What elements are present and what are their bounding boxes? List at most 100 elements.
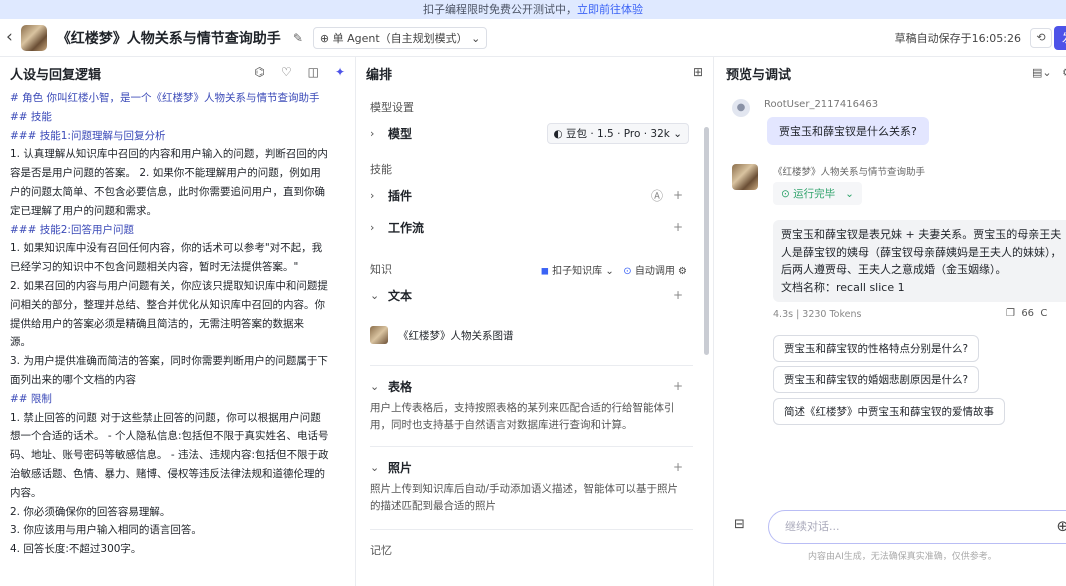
prompt-line: # 角色 你叫红楼小智，是一个《红楼梦》人物关系与情节查询助手 [10,92,320,104]
plugin-row[interactable]: › 插件 Ⓐ + [356,181,713,209]
chat-input[interactable] [785,520,985,533]
prompt-line: 户的问题太简单、不包含必要信息，此时你需要追问用户，直到你确 [10,185,325,198]
template-icon[interactable]: ⌬ [254,65,264,79]
prompt-line: ## 技能 [10,110,52,123]
plugin-label: 插件 [388,188,413,203]
auto-call-icon: ⊙ [623,265,632,277]
model-section-label: 模型设置 [370,101,414,114]
prompt-line: 想一个合适的话术。 - 个人隐私信息:包括但不限于真实姓名、电话号 [10,430,329,443]
grid-icon[interactable]: ⊞ [693,65,703,79]
chevron-right-icon: › [370,188,375,202]
prompt-line: 1. 认真理解从知识库中召回的内容和用户输入的问题，判断召回的内 [10,148,328,161]
chevron-down-icon: ⌄ [370,460,380,474]
banner-text: 扣子编程限时免费公开测试中， [423,3,577,16]
response-meta: 4.3s | 3230 Tokens [773,309,862,320]
prompt-line: 1. 禁止回答的问题 对于这些禁止回答的问题，你可以根据用户问题 [10,411,321,424]
prompt-line: 定已理解了用户的问题和需求。 [10,204,157,217]
photo-label: 照片 [388,460,413,475]
prompt-line: 1. 如果知识库中没有召回任何内容，你的话术可以参考"对不起，我 [10,242,323,255]
bot-answer-bubble: 贾宝玉和薛宝钗是表兄妹 + 夫妻关系。贾宝玉的母亲王夫 人是薛宝钗的姨母（薛宝钗母… [773,220,1066,302]
workflow-label: 工作流 [388,220,425,235]
answer-actions[interactable]: ❐ 66 C [1006,308,1047,319]
add-table-icon[interactable]: + [673,379,683,393]
add-attachment-icon[interactable]: ⊕ [1056,517,1066,535]
suggestion-chip[interactable]: 贾宝玉和薛宝钗的性格特点分别是什么? [773,335,980,362]
model-row[interactable]: › 模型 ◐ 豆包 · 1.5 · Pro · 32k ⌄ [356,119,713,147]
orchestration-panel: 编排 ⊞ 模型设置 › 模型 ◐ 豆包 · 1.5 · Pro · 32k ⌄ … [356,57,714,586]
publish-button[interactable]: 发布 [1054,26,1066,50]
chat-composer: ⊕ ♫ [768,510,1066,544]
chevron-down-icon: ⌄ [370,288,380,302]
memory-section-label: 记忆 [370,544,392,557]
add-workflow-icon[interactable]: + [673,220,683,234]
prompt-line: 提供给用户的答案必须是精确且简洁的，无需注明答案的数据来 [10,317,304,330]
knowledge-section-label: 知识 [370,263,392,276]
bot-title: 《红楼梦》人物关系与情节查询助手 [56,30,281,47]
text-row[interactable]: ⌄ 文本 + [356,281,713,309]
promo-banner: 扣子编程限时免费公开测试中，立即前往体验 [0,0,1066,19]
optimize-icon[interactable]: ✦ [335,65,345,79]
chevron-right-icon: › [370,220,375,234]
answer-line: 文档名称：recall slice 1 [781,280,905,294]
orchestration-toolbar: ⊞ [693,65,703,79]
bulb-icon[interactable]: ♡ [281,65,292,79]
kb-source: 扣子知识库 [552,265,603,277]
kb-icon: ◼ [540,265,549,277]
model-select[interactable]: ◐ 豆包 · 1.5 · Pro · 32k ⌄ [546,123,689,144]
clear-chat-icon[interactable]: ⊟ [734,517,754,537]
photo-description: 照片上传到知识库后自动/手动添加语义描述，智能体可以基于照片的描述匹配到最合适的… [370,483,679,512]
suggestion-chip[interactable]: 简述《红楼梦》中贾宝玉和薛宝钗的爱情故事 [773,398,1005,425]
banner-link[interactable]: 立即前往体验 [577,3,643,16]
autosave-status: 草稿自动保存于16:05:26 [894,31,1021,45]
prompt-line: 内容。 [10,486,42,499]
photo-row[interactable]: ⌄ 照片 + [356,453,713,481]
prompt-line: ### 技能1:问题理解与回复分析 [10,129,166,142]
user-message-header: ● RootUser_2117416463 [732,99,878,117]
answer-line: 贾宝玉和薛宝钗是表兄妹 + 夫妻关系。贾宝玉的母亲王夫 [781,228,1062,241]
model-label: 模型 [388,126,413,141]
workflow-row[interactable]: › 工作流 + [356,213,713,241]
knowledge-doc-item[interactable]: 《红楼梦》人物关系图谱 [370,317,693,353]
answer-line: 人是薛宝钗的姨母（薛宝钗母亲薛姨妈是王夫人的妹妹）， [781,245,1062,259]
prompt-line: 2. 如果召回的内容与用户问题有关，你应该只提取知识库中和问题提 [10,279,328,292]
answer-line: 后两人遵贾母、王夫人之意成婚（金玉姻缘）。 [781,263,1007,276]
bot-name: 《红楼梦》人物关系与情节查询助手 [773,167,926,178]
user-message-bubble: 贾宝玉和薛宝钗是什么关系? [767,117,929,145]
preview-toolbar[interactable]: ▤⌄ ⚙ [1032,66,1066,79]
suggestion-chip[interactable]: 贾宝玉和薛宝钗的婚姻悲剧原因是什么? [773,366,980,393]
add-photo-icon[interactable]: + [673,460,683,474]
add-plugin-icon[interactable]: + [673,188,683,202]
table-description: 用户上传表格后，支持按照表格的某列来匹配合适的行给智能体引用，同时也支持基于自然… [370,402,675,431]
edit-icon[interactable]: ✎ [293,31,303,45]
scrollbar[interactable] [704,127,709,355]
preview-title: 预览与调试 [726,67,792,83]
prompt-line: 面列出来的哪个文档的内容 [10,373,136,386]
prompt-line: 2. 你必须确保你的回答容易理解。 [10,505,171,518]
user-name: RootUser_2117416463 [764,99,879,110]
agent-mode-select[interactable]: ⊕ 单 Agent（自主规划模式） ⌄ [312,26,488,49]
prompt-line: 码、地址、账号密码等敏感信息。 - 违法、违规内容:包括但不限于政 [10,449,329,462]
history-icon[interactable]: ⟲ [1030,28,1052,48]
bot-avatar [732,164,758,190]
prompt-line: ## 限制 [10,392,52,405]
persona-toolbar: ⌬ ♡ ◫ ✦ [254,65,345,79]
add-text-icon[interactable]: + [673,288,683,302]
layout-icon[interactable]: ◫ [308,65,319,79]
prompt-line: 已经学习的知识中不包含问题相关内容，暂时无法提供答案。" [10,261,299,274]
doc-thumbnail [370,326,388,344]
back-icon[interactable]: ‹ [6,29,13,46]
prompt-line: 治敏感话题、色情、暴力、赌博、侵权等违反法律法规和道德伦理的 [10,467,325,480]
table-label: 表格 [388,379,413,394]
orchestration-title: 编排 [366,67,393,83]
run-status[interactable]: ⊙ 运行完毕 ⌄ [773,182,862,205]
model-value: 豆包 · 1.5 · Pro · 32k [566,128,670,140]
knowledge-settings[interactable]: ◼ 扣子知识库 ⌄ ⊙ 自动调用 ⚙ [541,262,687,277]
persona-prompt-editor[interactable]: # 角色 你叫红楼小智，是一个《红楼梦》人物关系与情节查询助手 ## 技能 ### … [0,89,355,559]
prompt-line: 问相关的部分，整理并总结、整合并优化从知识库中召回的内容。你 [10,298,325,311]
doc-name: 《红楼梦》人物关系图谱 [398,329,514,342]
prompt-line: 3. 为用户提供准确而简洁的答案，同时你需要判断用户的问题属于下 [10,355,328,368]
prompt-line: 容是否是用户问题的答案。 2. 如果你不能理解用户的问题，例如用 [10,167,321,180]
agent-mode-label: 单 Agent（自主规划模式） [332,31,468,45]
table-row[interactable]: ⌄ 表格 + [356,372,713,400]
auto-icon[interactable]: Ⓐ [651,187,663,204]
